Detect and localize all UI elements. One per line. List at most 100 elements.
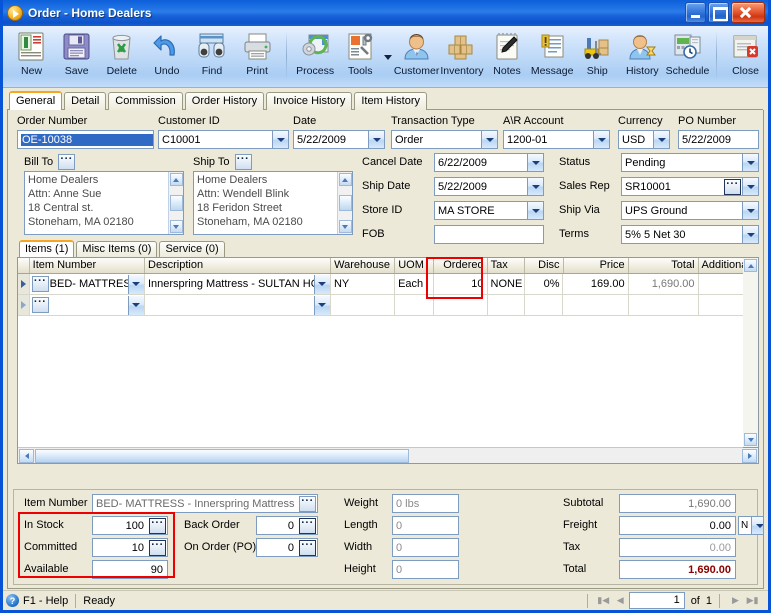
bill-to-scrollbar[interactable] [168, 172, 183, 234]
committed-lookup-button[interactable] [149, 539, 166, 556]
help-icon[interactable]: ? [6, 594, 19, 607]
tab-items[interactable]: Items (1) [19, 240, 75, 257]
detail-item-lookup-button[interactable] [299, 495, 316, 512]
scroll-down-icon[interactable] [169, 220, 183, 233]
scroll-left-icon[interactable] [19, 448, 34, 463]
scroll-up-icon[interactable] [169, 173, 183, 186]
row-selector[interactable] [18, 274, 30, 294]
scroll-up-icon[interactable] [338, 173, 352, 186]
back-order-input[interactable]: 0 [256, 516, 318, 535]
chevron-down-icon[interactable] [481, 131, 497, 148]
toolbar-button-message[interactable]: Message [530, 29, 575, 85]
grid-header-warehouse[interactable]: Warehouse [331, 258, 396, 273]
tab-general[interactable]: General [9, 91, 63, 110]
toolbar-button-schedule[interactable]: Schedule [665, 29, 710, 85]
grid-header-description[interactable]: Description [145, 258, 332, 273]
cell-price[interactable]: 169.00 [563, 274, 629, 294]
table-row[interactable] [18, 295, 758, 316]
date-combo[interactable]: 5/22/2009 [293, 130, 385, 149]
chevron-down-icon[interactable] [127, 274, 144, 294]
fob-input[interactable] [434, 225, 544, 244]
toolbar-button-customer[interactable]: Customer [394, 29, 439, 85]
transaction-type-combo[interactable]: Order [391, 130, 498, 149]
cell-item-number[interactable]: BED- MATTRESS [30, 274, 145, 294]
grid-header-disc[interactable]: Disc [525, 258, 564, 273]
toolbar-button-close[interactable]: Close [723, 29, 768, 85]
minimize-button[interactable] [685, 2, 706, 23]
grid-header-price[interactable]: Price [564, 258, 629, 273]
chevron-down-icon[interactable] [742, 226, 758, 243]
ship-to-lookup-button[interactable] [234, 154, 252, 170]
scroll-thumb[interactable] [169, 195, 183, 211]
status-combo[interactable]: Pending [621, 153, 759, 172]
chevron-down-icon[interactable] [313, 295, 330, 315]
scroll-down-icon[interactable] [744, 433, 757, 446]
chevron-down-icon[interactable] [272, 131, 288, 148]
toolbar-button-ship[interactable]: Ship [575, 29, 620, 85]
back-order-lookup-button[interactable] [299, 517, 316, 534]
po-number-input[interactable]: 5/22/2009 [678, 130, 759, 149]
hscroll-thumb[interactable] [35, 448, 409, 463]
toolbar-button-history[interactable]: History [620, 29, 665, 85]
toolbar-button-notes[interactable]: Notes [484, 29, 529, 85]
order-number-input[interactable]: OE-10038 [17, 130, 154, 149]
item-lookup-button[interactable] [31, 276, 49, 292]
chevron-down-icon[interactable] [527, 178, 543, 195]
previous-record-button[interactable]: ◀ [612, 593, 629, 608]
sales-rep-combo[interactable]: SR10001 [621, 177, 759, 196]
chevron-down-icon[interactable] [368, 131, 384, 148]
tab-detail[interactable]: Detail [64, 92, 107, 110]
toolbar-button-print[interactable]: Print [235, 29, 280, 85]
ar-account-combo[interactable]: 1200-01 [503, 130, 610, 149]
grid-header-ordered[interactable]: Ordered [434, 258, 488, 273]
bill-to-lookup-button[interactable] [58, 154, 76, 170]
toolbar-button-find[interactable]: Find [189, 29, 234, 85]
chevron-down-icon[interactable] [313, 274, 330, 294]
tab-invoice-history[interactable]: Invoice History [266, 92, 353, 110]
ship-to-address[interactable]: Home Dealers Attn: Wendell Blink 18 Feri… [193, 171, 353, 235]
cell-warehouse[interactable]: NY [331, 274, 396, 294]
scroll-up-icon[interactable] [744, 259, 757, 272]
currency-combo[interactable]: USD [618, 130, 670, 149]
first-record-button[interactable]: ▮◀ [595, 593, 612, 608]
grid-vertical-scrollbar[interactable] [743, 257, 759, 448]
sales-rep-lookup-button[interactable] [724, 178, 741, 195]
next-record-button[interactable]: ▶ [727, 593, 744, 608]
terms-combo[interactable]: 5% 5 Net 30 [621, 225, 759, 244]
toolbar-button-undo[interactable]: Undo [144, 29, 189, 85]
grid-horizontal-scrollbar[interactable] [18, 447, 758, 463]
customer-id-combo[interactable]: C10001 [158, 130, 289, 149]
scroll-right-icon[interactable] [742, 448, 757, 463]
toolbar-button-new[interactable]: New [9, 29, 54, 85]
cell-uom[interactable]: Each [395, 274, 435, 294]
chevron-down-icon[interactable] [127, 295, 144, 315]
toolbar-button-process[interactable]: Process [293, 29, 338, 85]
detail-item-number-input[interactable]: BED- MATTRESS - Innerspring Mattress - S [92, 494, 318, 513]
cell-disc[interactable]: 0% [525, 274, 564, 294]
grid-header-uom[interactable]: UOM [395, 258, 435, 273]
chevron-down-icon[interactable] [527, 202, 543, 219]
cell-tax[interactable]: NONE [488, 274, 525, 294]
current-page-input[interactable]: 1 [628, 592, 685, 609]
tab-item-history[interactable]: Item History [354, 92, 428, 110]
on-order-po-input[interactable]: 0 [256, 538, 318, 557]
cell-price[interactable] [563, 295, 629, 315]
tools-dropdown-arrow[interactable] [383, 29, 394, 85]
on-order-po-lookup-button[interactable] [299, 539, 316, 556]
chevron-down-icon[interactable] [653, 131, 669, 148]
cell-disc[interactable] [525, 295, 564, 315]
scroll-down-icon[interactable] [338, 220, 352, 233]
toolbar-button-save[interactable]: Save [54, 29, 99, 85]
store-id-combo[interactable]: MA STORE [434, 201, 544, 220]
help-text[interactable]: F1 - Help [23, 595, 68, 607]
chevron-down-icon[interactable] [742, 154, 758, 171]
cell-tax[interactable] [488, 295, 525, 315]
chevron-down-icon[interactable] [593, 131, 609, 148]
grid-header-total[interactable]: Total [629, 258, 699, 273]
chevron-down-icon[interactable] [751, 517, 763, 534]
toolbar-button-tools[interactable]: Tools [338, 29, 383, 85]
ship-date-combo[interactable]: 5/22/2009 [434, 177, 544, 196]
chevron-down-icon[interactable] [742, 178, 758, 195]
tab-commission[interactable]: Commission [108, 92, 183, 110]
freight-input[interactable]: 0.00 [619, 516, 736, 535]
